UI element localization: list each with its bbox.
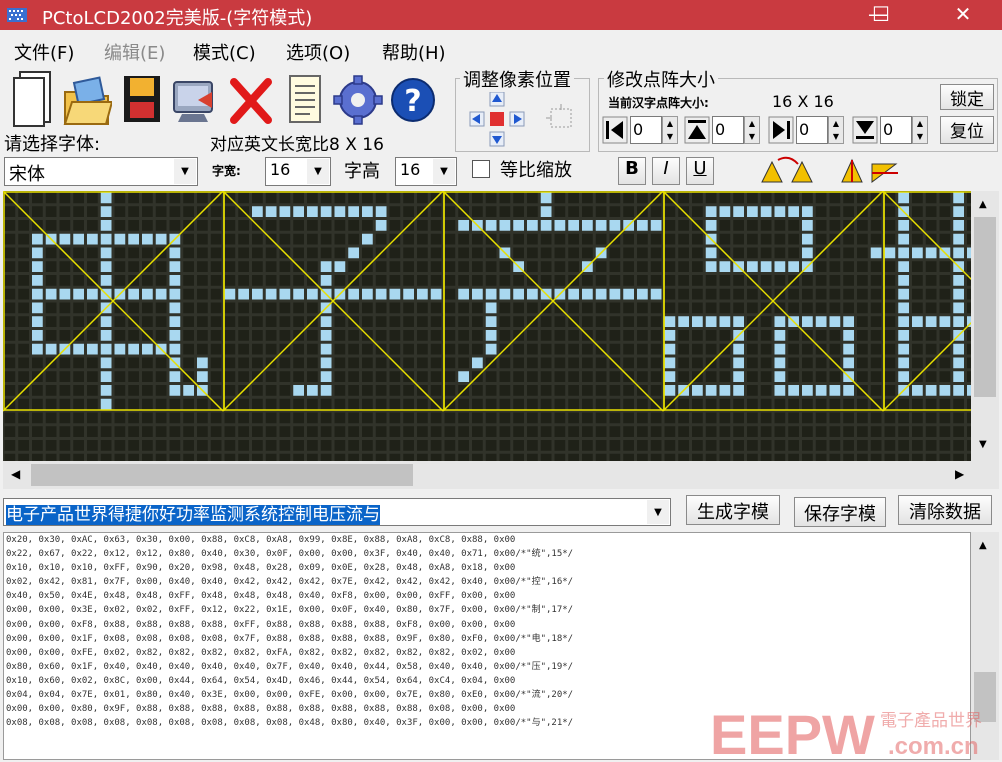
save-font-button[interactable]: 保存字模 bbox=[794, 497, 886, 527]
svg-text:?: ? bbox=[404, 84, 421, 119]
text-input[interactable]: 电子产品世界得捷你好功率监测系统控制电压流与 bbox=[6, 505, 380, 525]
output-line: 0x00, 0x00, 0x3E, 0x02, 0x02, 0xFF, 0x12… bbox=[6, 605, 574, 616]
close-button[interactable]: ✕ bbox=[940, 0, 986, 30]
output-line: 0x10, 0x10, 0x10, 0xFF, 0x90, 0x20, 0x98… bbox=[6, 563, 516, 574]
right-spin-arrows[interactable]: ▲ ▼ bbox=[828, 116, 844, 144]
canvas-vertical-scrollbar[interactable]: ▲ ▼ bbox=[971, 191, 999, 461]
scroll-thumb[interactable] bbox=[31, 464, 413, 486]
font-select[interactable]: 宋体 ▼ bbox=[4, 157, 198, 186]
height-label: 字高 bbox=[344, 161, 380, 182]
crop-frame-icon[interactable] bbox=[546, 104, 578, 134]
menu-help[interactable]: 帮助(H) bbox=[382, 39, 446, 65]
scroll-up-icon[interactable]: ▲ bbox=[979, 540, 987, 551]
arrow-right-icon bbox=[509, 111, 525, 127]
chevron-down-icon[interactable]: ▼ bbox=[647, 500, 669, 524]
output-line: 0x22, 0x67, 0x22, 0x12, 0x12, 0x80, 0x40… bbox=[6, 549, 574, 560]
save-disk-icon[interactable] bbox=[116, 70, 166, 128]
height-select-value: 16 bbox=[400, 160, 421, 179]
italic-button[interactable]: I bbox=[652, 157, 680, 185]
bottom-spin-arrows[interactable]: ▲ ▼ bbox=[912, 116, 928, 144]
left-spin-arrows[interactable]: ▲ ▼ bbox=[662, 116, 678, 144]
arrow-left-icon bbox=[469, 111, 485, 127]
title-bar[interactable]: PCtoLCD2002完美版-(字符模式) — ☐ ✕ bbox=[0, 0, 1002, 30]
watermark-domain-text: .com.cn bbox=[888, 733, 979, 760]
flip-icon[interactable] bbox=[838, 156, 902, 186]
left-spin-input[interactable]: 0 bbox=[630, 116, 662, 144]
output-line: 0x40, 0x50, 0x4E, 0x48, 0x48, 0xFF, 0x48… bbox=[6, 591, 516, 602]
width-select-value: 16 bbox=[270, 160, 291, 179]
bold-button[interactable]: B bbox=[618, 157, 646, 185]
proportional-label: 等比缩放 bbox=[500, 160, 572, 181]
maximize-button[interactable]: ☐ bbox=[858, 0, 904, 30]
menu-file[interactable]: 文件(F) bbox=[14, 39, 74, 65]
current-size-label: 当前汉字点阵大小: bbox=[608, 96, 709, 110]
scroll-down-icon[interactable]: ▼ bbox=[979, 439, 987, 450]
menu-edit[interactable]: 编辑(E) bbox=[104, 39, 165, 65]
adjust-group-title: 调整像素位置 bbox=[460, 66, 574, 92]
gear-icon[interactable] bbox=[333, 70, 383, 128]
clear-data-button[interactable]: 清除数据 bbox=[898, 495, 992, 525]
pixel-grid[interactable] bbox=[3, 191, 971, 461]
menu-bar: 文件(F) 编辑(E) 模式(C) 选项(O) 帮助(H) bbox=[0, 34, 1002, 64]
choose-font-label: 请选择字体: bbox=[4, 134, 101, 155]
shrink-bottom-icon[interactable] bbox=[852, 116, 878, 144]
window-title: PCtoLCD2002完美版-(字符模式) bbox=[42, 8, 313, 29]
canvas-horizontal-scrollbar[interactable]: ◀ ▶ bbox=[3, 461, 999, 489]
output-line: 0x00, 0x00, 0xF8, 0x88, 0x88, 0x88, 0x88… bbox=[6, 619, 516, 630]
pixel-editor-canvas[interactable] bbox=[3, 191, 971, 461]
eepw-watermark-logo: EEPW 電子產品世界 .com.cn bbox=[710, 703, 982, 762]
shrink-left-icon[interactable] bbox=[602, 116, 628, 144]
chevron-down-icon[interactable]: ▼ bbox=[174, 159, 196, 184]
font-select-value: 宋体 bbox=[9, 164, 45, 185]
proportional-checkbox[interactable] bbox=[472, 160, 490, 178]
ratio-label: 对应英文长宽比8 X 16 bbox=[210, 135, 384, 155]
output-line: 0x20, 0x30, 0xAC, 0x63, 0x30, 0x00, 0x88… bbox=[6, 535, 516, 545]
output-line: 0x02, 0x42, 0x81, 0x7F, 0x00, 0x40, 0x40… bbox=[6, 577, 574, 588]
text-input-combo[interactable]: 电子产品世界得捷你好功率监测系统控制电压流与 ▼ bbox=[3, 498, 671, 526]
new-file-icon[interactable] bbox=[8, 70, 58, 128]
menu-mode[interactable]: 模式(C) bbox=[193, 39, 256, 65]
open-folder-icon[interactable] bbox=[62, 70, 112, 128]
direction-pad[interactable] bbox=[466, 92, 526, 148]
shrink-right-icon[interactable] bbox=[768, 116, 794, 144]
bottom-spin-input[interactable]: 0 bbox=[880, 116, 912, 144]
chevron-down-icon[interactable]: ▼ bbox=[307, 159, 329, 184]
generate-button[interactable]: 生成字模 bbox=[686, 495, 780, 525]
right-spin-input[interactable]: 0 bbox=[796, 116, 828, 144]
matrix-group-title: 修改点阵大小 bbox=[604, 66, 718, 92]
height-select[interactable]: 16 ▼ bbox=[395, 157, 457, 186]
top-spin-arrows[interactable]: ▲ ▼ bbox=[744, 116, 760, 144]
maximize-icon: ☐ bbox=[872, 2, 890, 26]
arrow-up-icon bbox=[489, 92, 505, 107]
width-label: 字宽: bbox=[212, 164, 241, 178]
scroll-up-icon[interactable]: ▲ bbox=[979, 199, 987, 210]
underline-button[interactable]: U bbox=[686, 157, 714, 185]
width-select[interactable]: 16 ▼ bbox=[265, 157, 331, 186]
top-spin-input[interactable]: 0 bbox=[712, 116, 744, 144]
watermark-logo-text: EEPW bbox=[710, 703, 875, 762]
network-icon[interactable] bbox=[168, 70, 218, 128]
scroll-left-icon[interactable]: ◀ bbox=[11, 467, 20, 481]
output-line: 0x10, 0x60, 0x02, 0x8C, 0x00, 0x44, 0x64… bbox=[6, 675, 516, 686]
center-icon bbox=[490, 112, 504, 126]
notepad-icon[interactable] bbox=[280, 70, 330, 128]
app-icon bbox=[7, 8, 27, 22]
output-line: 0x00, 0x00, 0x1F, 0x08, 0x08, 0x08, 0x08… bbox=[6, 633, 574, 644]
menu-options[interactable]: 选项(O) bbox=[286, 39, 350, 65]
scroll-thumb[interactable] bbox=[974, 217, 996, 397]
watermark-chinese-text: 電子產品世界 bbox=[880, 711, 982, 731]
help-icon[interactable]: ? bbox=[388, 70, 438, 128]
output-line: 0x00, 0x00, 0xFE, 0x02, 0x82, 0x82, 0x82… bbox=[6, 647, 516, 658]
chevron-down-icon[interactable]: ▼ bbox=[433, 159, 455, 184]
shrink-top-icon[interactable] bbox=[684, 116, 710, 144]
output-line: 0x80, 0x60, 0x1F, 0x40, 0x40, 0x40, 0x40… bbox=[6, 661, 574, 672]
delete-icon[interactable] bbox=[226, 70, 276, 128]
arrow-down-icon bbox=[489, 131, 505, 147]
app-window: PCtoLCD2002完美版-(字符模式) — ☐ ✕ 文件(F) 编辑(E) … bbox=[0, 0, 1002, 762]
scroll-right-icon[interactable]: ▶ bbox=[955, 467, 964, 481]
lock-button[interactable]: 锁定 bbox=[940, 84, 994, 110]
current-size-value: 16 X 16 bbox=[772, 92, 834, 111]
rotate-icon[interactable] bbox=[758, 156, 820, 186]
reset-button[interactable]: 复位 bbox=[940, 116, 994, 144]
